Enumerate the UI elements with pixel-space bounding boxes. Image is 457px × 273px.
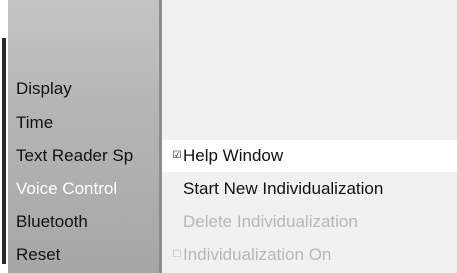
menu-item-text-reader-speed[interactable]: Text Reader Sp [16, 140, 158, 172]
infotainment-screen: Display Time Text Reader Sp Voice Contro… [0, 0, 457, 273]
menu-item-time[interactable]: Time [16, 107, 158, 139]
option-label: Help Window [183, 146, 284, 165]
menu-item-voice-control[interactable]: Voice Control [16, 173, 158, 205]
menu-item-label: Time [16, 113, 54, 132]
menu-item-label: Text Reader Sp [16, 146, 134, 165]
menu-item-reset[interactable]: Reset [16, 239, 158, 271]
option-individualization-on: ☐ Individualization On [162, 239, 457, 271]
menu-item-label: Bluetooth [16, 212, 88, 231]
option-help-window[interactable]: ☑ Help Window [162, 140, 457, 172]
option-label: Start New Individualization [183, 179, 384, 198]
option-label: Individualization On [183, 245, 332, 264]
menu-item-label: Reset [16, 245, 61, 264]
option-delete-individualization: Delete Individualization [162, 206, 457, 238]
menu-item-label: Voice Control [16, 179, 118, 198]
menu-item-bluetooth[interactable]: Bluetooth [16, 206, 158, 238]
scroll-indicator [2, 38, 6, 264]
menu-item-label: Display [16, 79, 72, 98]
option-start-new-individualization[interactable]: Start New Individualization [162, 173, 457, 205]
menu-item-display[interactable]: Display [16, 73, 158, 105]
option-label: Delete Individualization [183, 212, 358, 231]
